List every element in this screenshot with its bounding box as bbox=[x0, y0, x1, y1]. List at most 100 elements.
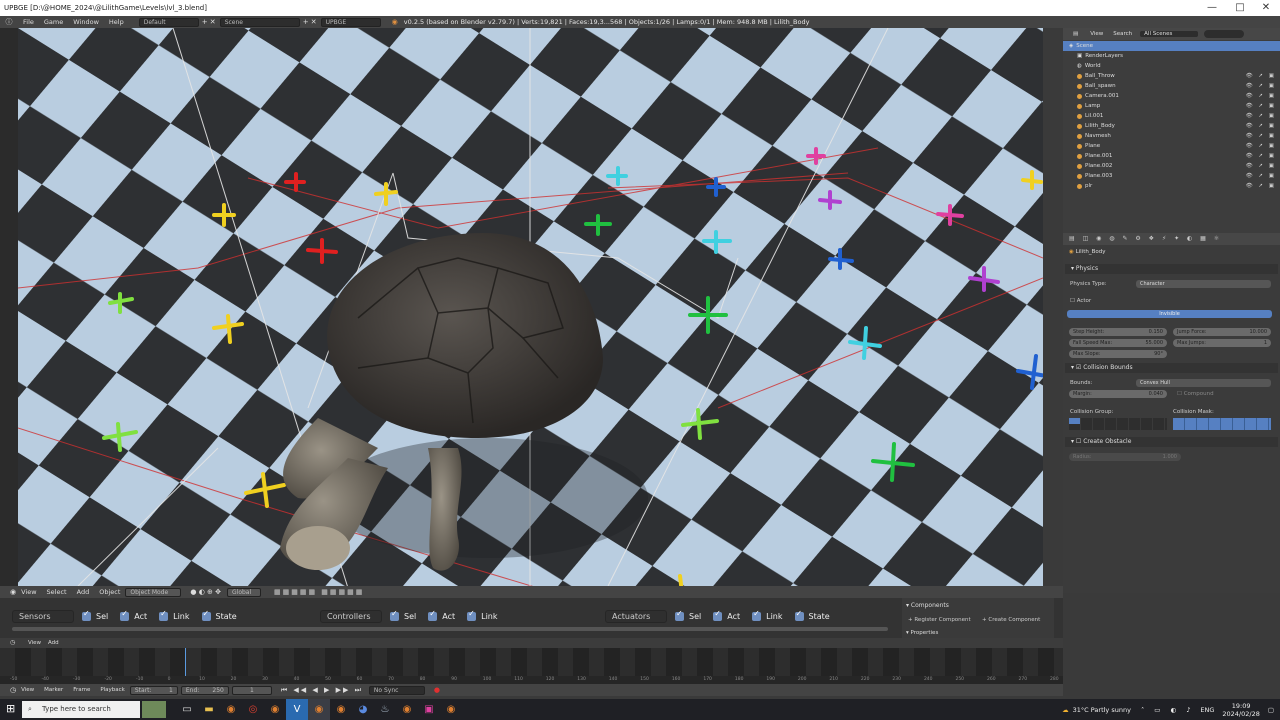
start-frame-field[interactable]: Start: 1 bbox=[129, 685, 178, 695]
create-component-button[interactable]: + Create Component bbox=[982, 617, 1040, 623]
margin-field[interactable]: Margin: 0.040 bbox=[1069, 390, 1167, 398]
outliner-row-plane003[interactable]: Plane.003 👁 ➚ ▣ bbox=[1063, 171, 1280, 181]
visibility-icons[interactable]: 👁 ➚ ▣ bbox=[1246, 83, 1276, 89]
file-explorer-icon[interactable]: ▬ bbox=[198, 699, 220, 720]
visibility-icons[interactable]: 👁 ➚ ▣ bbox=[1246, 133, 1276, 139]
language-indicator[interactable]: ENG bbox=[1200, 706, 1214, 714]
blender-icon[interactable]: ◉ bbox=[220, 699, 242, 720]
compound-checkbox[interactable]: ☐ Compound bbox=[1177, 391, 1214, 397]
outliner-row-plane[interactable]: Plane 👁 ➚ ▣ bbox=[1063, 141, 1280, 151]
actor-checkbox[interactable]: ☐ Actor bbox=[1070, 298, 1091, 304]
register-component-button[interactable]: + Register Component bbox=[908, 617, 971, 623]
timeline-marker-button[interactable]: Marker bbox=[39, 687, 68, 693]
sensors-link-checkbox[interactable]: Link bbox=[159, 609, 190, 621]
controllers-act-checkbox[interactable]: Act bbox=[428, 609, 455, 621]
actuators-state-checkbox[interactable]: State bbox=[794, 609, 830, 621]
editor-type-icon[interactable]: ⓘ bbox=[0, 17, 18, 27]
minimize-button[interactable]: — bbox=[1202, 0, 1222, 16]
blender-2-icon[interactable]: ◉ bbox=[264, 699, 286, 720]
create-obstacle-header[interactable]: ▾ ☐ Create Obstacle bbox=[1065, 437, 1278, 447]
mode-select[interactable]: Object Mode bbox=[125, 587, 182, 597]
add-scene-icon[interactable]: + ✕ bbox=[303, 18, 317, 26]
shading-icons[interactable]: ● ◐ ⊕ ✥ bbox=[190, 588, 221, 596]
properties-tabs[interactable]: ▤ ◫ ◉ ◍ ✎ ⚙ ❖ ⚡ ✦ ◐ ▦ ⚛ bbox=[1063, 233, 1280, 245]
outliner-row-lamp[interactable]: Lamp 👁 ➚ ▣ bbox=[1063, 101, 1280, 111]
blender-3-icon[interactable]: ◉ bbox=[396, 699, 418, 720]
task-view-icon[interactable]: ▭ bbox=[176, 699, 198, 720]
steam-icon[interactable]: ♨ bbox=[374, 699, 396, 720]
timeline-playback-button[interactable]: Playback bbox=[95, 687, 130, 693]
visual-studio-icon[interactable]: V bbox=[286, 699, 308, 720]
controllers-sel-checkbox[interactable]: Sel bbox=[390, 609, 416, 621]
sensors-state-checkbox[interactable]: State bbox=[201, 609, 237, 621]
collision-mask-grid[interactable] bbox=[1173, 418, 1271, 430]
close-button[interactable]: ✕ bbox=[1256, 0, 1276, 16]
viewport-view-menu[interactable]: View bbox=[16, 588, 41, 596]
jump-force-field[interactable]: Jump Force: 10.000 bbox=[1173, 328, 1271, 336]
max-jumps-field[interactable]: Max Jumps: 1 bbox=[1173, 339, 1271, 347]
outliner-search-input[interactable] bbox=[1204, 30, 1245, 38]
layer-buttons[interactable]: ▦▦▦▦▦ ▦▦▦▦▦ bbox=[274, 588, 364, 596]
tool-shelf-strip[interactable] bbox=[0, 28, 18, 588]
outliner-row-renderlayers[interactable]: ▣ RenderLayers bbox=[1063, 51, 1280, 61]
3d-viewport[interactable] bbox=[18, 28, 1043, 586]
engine-field[interactable]: UPBGE bbox=[320, 17, 381, 27]
outliner-display-select[interactable]: All Scenes bbox=[1140, 31, 1199, 37]
physics-type-select[interactable]: Character bbox=[1136, 280, 1271, 288]
timeline-view-menu[interactable]: View bbox=[28, 640, 41, 646]
sensors-sel-checkbox[interactable]: Sel bbox=[82, 609, 108, 621]
radius-field[interactable]: Radius: 1.000 bbox=[1069, 453, 1181, 461]
tray-icons[interactable]: ˄ ▭ ◐ ♪ bbox=[1141, 706, 1194, 714]
timeline-frame-button[interactable]: Frame bbox=[68, 687, 95, 693]
controllers-select[interactable]: Controllers bbox=[320, 609, 382, 623]
orientation-select[interactable]: Global bbox=[227, 587, 261, 597]
outliner-editor-icon[interactable]: ▤ bbox=[1073, 31, 1078, 37]
components-header[interactable]: ▾ Components bbox=[906, 602, 949, 609]
outliner-row-ball-throw[interactable]: Ball_Throw 👁 ➚ ▣ bbox=[1063, 71, 1280, 81]
menu-file[interactable]: File bbox=[18, 18, 39, 26]
taskbar-search-box[interactable]: ⌕ Type here to search bbox=[22, 701, 140, 718]
outliner-row-world[interactable]: ◍ World bbox=[1063, 61, 1280, 71]
upbge-2-icon[interactable]: ◉ bbox=[330, 699, 352, 720]
timeline-editor-icon[interactable]: ◷ bbox=[10, 639, 15, 646]
menu-window[interactable]: Window bbox=[68, 18, 104, 26]
visibility-icons[interactable]: 👁 ➚ ▣ bbox=[1246, 123, 1276, 129]
outliner-row-plane002[interactable]: Plane.002 👁 ➚ ▣ bbox=[1063, 161, 1280, 171]
sync-select[interactable]: No Sync bbox=[368, 685, 425, 695]
viewport-object-menu[interactable]: Object bbox=[94, 588, 125, 596]
timeline-view-button[interactable]: View bbox=[16, 687, 39, 693]
visibility-icons[interactable]: 👁 ➚ ▣ bbox=[1246, 163, 1276, 169]
blender-4-icon[interactable]: ◉ bbox=[440, 699, 462, 720]
outliner-row-plr[interactable]: plr 👁 ➚ ▣ bbox=[1063, 181, 1280, 191]
viewport-select-menu[interactable]: Select bbox=[42, 588, 72, 596]
news-widget-icon[interactable] bbox=[142, 701, 166, 718]
visibility-icons[interactable]: 👁 ➚ ▣ bbox=[1246, 113, 1276, 119]
pink-app-icon[interactable]: ▣ bbox=[418, 699, 440, 720]
outliner-row-navmesh[interactable]: Navmesh 👁 ➚ ▣ bbox=[1063, 131, 1280, 141]
sensors-act-checkbox[interactable]: Act bbox=[120, 609, 147, 621]
maximize-button[interactable]: □ bbox=[1230, 0, 1250, 16]
step-height-field[interactable]: Step Height: 0.150 bbox=[1069, 328, 1167, 336]
record-icon[interactable]: ● bbox=[434, 686, 440, 694]
scene-field[interactable]: Scene bbox=[219, 17, 300, 27]
outliner-row-scene[interactable]: ◈ Scene bbox=[1063, 41, 1280, 51]
weather-icon[interactable]: ☁ bbox=[1062, 706, 1069, 714]
outliner-row-camera[interactable]: Camera.001 👁 ➚ ▣ bbox=[1063, 91, 1280, 101]
visibility-icons[interactable]: 👁 ➚ ▣ bbox=[1246, 73, 1276, 79]
timeline-add-menu[interactable]: Add bbox=[48, 640, 59, 646]
visibility-icons[interactable]: 👁 ➚ ▣ bbox=[1246, 183, 1276, 189]
current-frame-cursor[interactable] bbox=[185, 648, 186, 676]
actuators-select[interactable]: Actuators bbox=[605, 609, 667, 623]
add-layout-icon[interactable]: + ✕ bbox=[202, 18, 216, 26]
bounds-select[interactable]: Convex Hull bbox=[1136, 379, 1271, 387]
actuators-act-checkbox[interactable]: Act bbox=[713, 609, 740, 621]
viewport-add-menu[interactable]: Add bbox=[72, 588, 95, 596]
fall-speed-field[interactable]: Fall Speed Max: 55.000 bbox=[1069, 339, 1167, 347]
properties-subpanel-header[interactable]: ▾ Properties bbox=[906, 630, 938, 636]
outliner-row-lilith-body[interactable]: Lilith_Body 👁 ➚ ▣ bbox=[1063, 121, 1280, 131]
visibility-icons[interactable]: 👁 ➚ ▣ bbox=[1246, 103, 1276, 109]
outliner-view-menu[interactable]: View bbox=[1090, 31, 1103, 37]
collision-group-grid[interactable] bbox=[1069, 418, 1167, 430]
notifications-icon[interactable]: ▢ bbox=[1268, 706, 1274, 714]
outliner-row-lil001[interactable]: Lil.001 👁 ➚ ▣ bbox=[1063, 111, 1280, 121]
